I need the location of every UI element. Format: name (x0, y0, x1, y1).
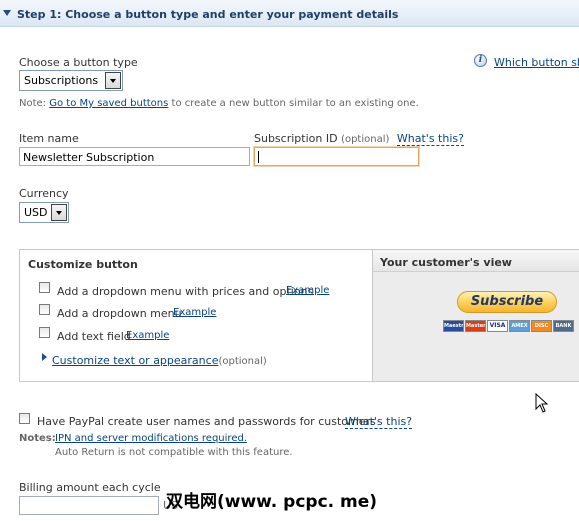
option-checkbox[interactable] (39, 304, 50, 315)
discover-card-icon: DISC (531, 320, 552, 332)
paypal-users-label: Have PayPal create user names and passwo… (37, 415, 376, 428)
appearance-optional: (optional) (218, 356, 267, 367)
item-name-label: Item name (19, 132, 79, 145)
subscription-id-optional: (optional) (341, 134, 390, 145)
saved-buttons-note: Note: Go to My saved buttons to create a… (19, 98, 419, 109)
amex-card-icon: AMEX (509, 320, 530, 332)
chevron-down-icon[interactable] (51, 204, 67, 221)
paypal-users-checkbox[interactable] (19, 413, 30, 424)
option-label: Add a dropdown menu (57, 307, 182, 320)
button-type-select[interactable]: Subscriptions (19, 70, 123, 91)
chevron-down-icon[interactable] (105, 72, 121, 89)
subscription-id-label-row: Subscription ID (optional) What's this? (254, 132, 464, 146)
subscription-id-help-link[interactable]: What's this? (396, 132, 464, 146)
step-header[interactable]: Step 1: Choose a button type and enter y… (0, 0, 579, 27)
item-name-value: Newsletter Subscription (23, 151, 155, 164)
watermark-text: 双电网(www. pcpc. me) (166, 492, 378, 512)
customize-appearance-link[interactable]: Customize text or appearance (52, 354, 218, 367)
option-example-link[interactable]: Example (173, 307, 216, 318)
info-icon: i (474, 54, 487, 67)
mastercard-icon: Master (465, 320, 486, 332)
option-example-link[interactable]: Example (286, 285, 329, 296)
option-checkbox[interactable] (39, 327, 50, 338)
mouse-cursor-icon (535, 393, 549, 413)
note-prefix: Note: (19, 98, 47, 109)
payment-cards: Maestro Master VISA AMEX DISC BANK (443, 320, 575, 332)
paypal-users-help-link[interactable]: What's this? (345, 415, 413, 429)
saved-buttons-link[interactable]: Go to My saved buttons (49, 98, 168, 109)
text-caret (258, 151, 259, 163)
auto-return-note: Auto Return is not compatible with this … (55, 447, 293, 458)
currency-label: Currency (19, 187, 69, 200)
billing-label: Billing amount each cycle (19, 481, 161, 494)
currency-select[interactable]: USD (19, 202, 69, 223)
option-label: Add text field (57, 330, 131, 343)
subscription-id-input[interactable] (254, 147, 419, 166)
billing-amount-input[interactable] (19, 496, 159, 515)
item-name-input[interactable]: Newsletter Subscription (19, 147, 250, 166)
option-example-link[interactable]: Example (126, 330, 169, 341)
preview-title: Your customer's view (380, 256, 512, 269)
maestro-card-icon: Maestro (443, 320, 464, 332)
bank-icon: BANK (553, 320, 574, 332)
button-type-label: Choose a button type (19, 56, 138, 69)
which-button-link[interactable]: Which button shou (494, 56, 579, 69)
appearance-row: Customize text or appearance(optional) (52, 354, 267, 367)
collapse-triangle-icon[interactable] (3, 10, 11, 16)
currency-value: USD (24, 206, 48, 219)
option-label: Add a dropdown menu with prices and opti… (57, 285, 314, 298)
step-title: Step 1: Choose a button type and enter y… (17, 8, 399, 21)
option-checkbox[interactable] (39, 282, 50, 293)
customize-title: Customize button (28, 258, 138, 271)
button-type-value: Subscriptions (24, 74, 99, 87)
expand-arrow-icon[interactable] (42, 353, 47, 361)
visa-card-icon: VISA (487, 320, 508, 332)
notes-label: Notes: (19, 433, 56, 444)
note-suffix: to create a new button similar to an exi… (171, 98, 419, 109)
ipn-link[interactable]: IPN and server modifications required. (55, 433, 247, 444)
subscription-id-label: Subscription ID (254, 132, 338, 145)
subscribe-button-preview: Subscribe (457, 291, 557, 313)
